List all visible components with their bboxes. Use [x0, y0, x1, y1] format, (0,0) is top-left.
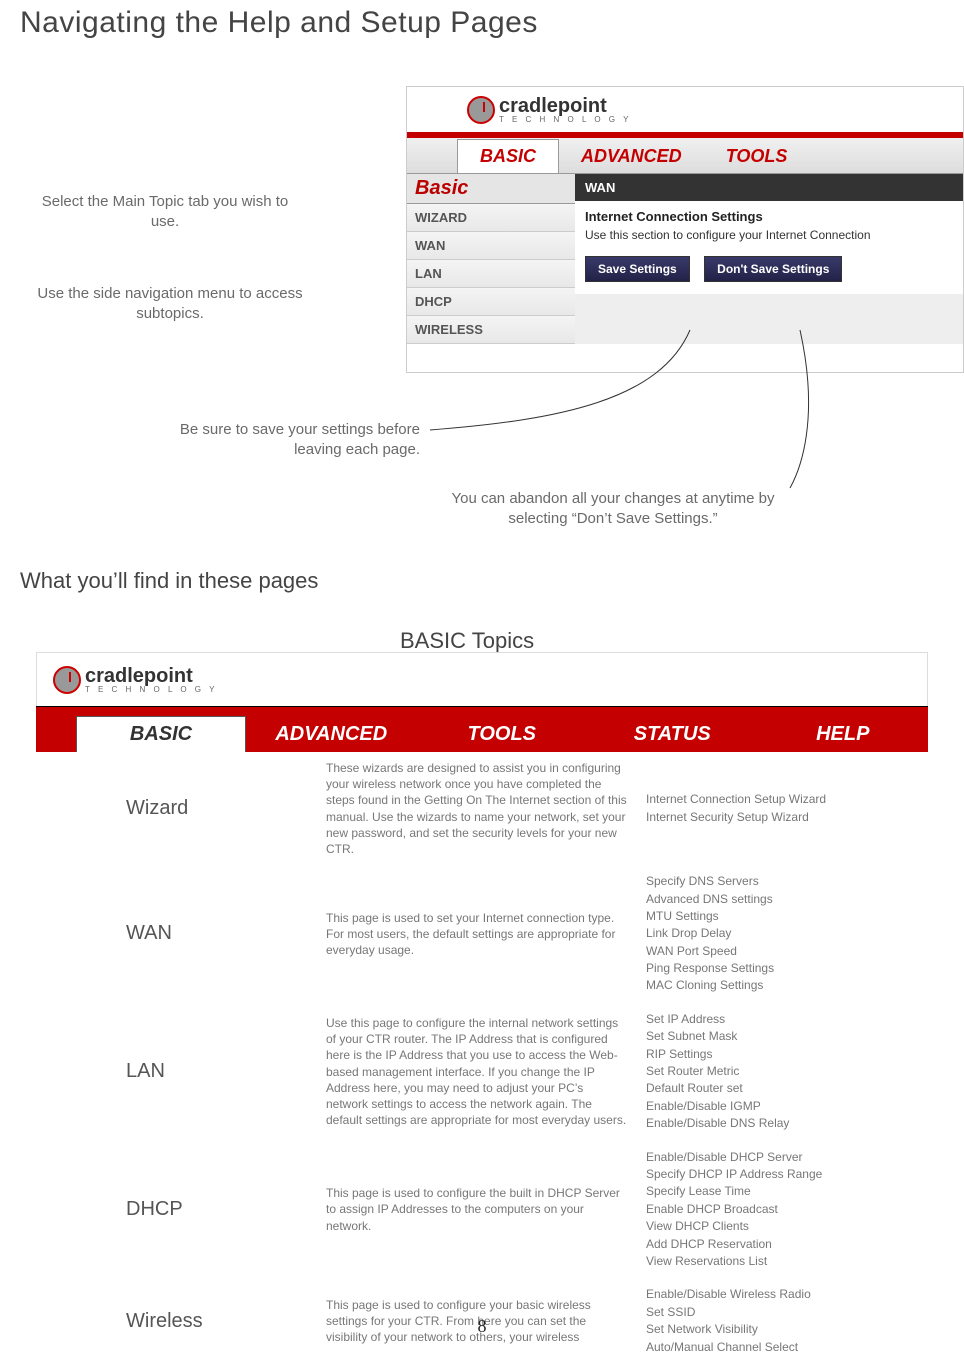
- topic-detail-item: Set IP Address: [646, 1011, 928, 1028]
- tab-basic[interactable]: BASIC: [457, 139, 559, 173]
- subheading: What you’ll find in these pages: [20, 568, 318, 594]
- basic-topics-title: BASIC Topics: [400, 628, 534, 654]
- cradlepoint-logo-icon: [53, 666, 81, 694]
- topic-detail-item: Auto/Manual Channel Select: [646, 1339, 928, 1356]
- sidebar-item-lan[interactable]: LAN: [407, 260, 575, 288]
- topic-detail-item: Specify DNS Servers: [646, 873, 928, 890]
- tab2-tools[interactable]: TOOLS: [417, 717, 588, 752]
- logo-row-2: cradlepoint T E C H N O L O G Y: [36, 652, 928, 706]
- main-tabs: BASIC ADVANCED TOOLS: [407, 138, 963, 174]
- sidebar-item-wireless[interactable]: WIRELESS: [407, 316, 575, 344]
- topic-details: Internet Connection Setup WizardInternet…: [646, 760, 928, 857]
- topic-detail-item: Specify DHCP IP Address Range: [646, 1166, 928, 1183]
- topic-row: DHCPThis page is used to configure the b…: [36, 1141, 928, 1279]
- page-number: 8: [0, 1316, 964, 1337]
- panel-heading-wan: WAN: [575, 174, 963, 201]
- tab-tools[interactable]: TOOLS: [704, 140, 810, 173]
- side-nav: Basic WIZARD WAN LAN DHCP WIRELESS: [407, 174, 575, 344]
- topics-table: WizardThese wizards are designed to assi…: [36, 752, 928, 1364]
- topic-name: Wizard: [36, 760, 326, 857]
- topic-detail-item: Default Router set: [646, 1080, 928, 1097]
- topic-detail-item: Enable/Disable Wireless Radio: [646, 1286, 928, 1303]
- cradlepoint-logo-icon: [467, 96, 495, 124]
- topic-description: This page is used to set your Internet c…: [326, 873, 646, 995]
- sidebar-item-dhcp[interactable]: DHCP: [407, 288, 575, 316]
- tab2-advanced[interactable]: ADVANCED: [246, 717, 417, 752]
- logo-text: cradlepoint: [85, 665, 193, 687]
- sidebar-item-wan[interactable]: WAN: [407, 232, 575, 260]
- topic-detail-item: Set Router Metric: [646, 1063, 928, 1080]
- tab2-help[interactable]: HELP: [758, 717, 929, 752]
- topic-detail-item: Add DHCP Reservation: [646, 1236, 928, 1253]
- topic-details: Enable/Disable DHCP ServerSpecify DHCP I…: [646, 1149, 928, 1271]
- logo-subtext: T E C H N O L O G Y: [85, 685, 217, 694]
- topic-detail-item: RIP Settings: [646, 1046, 928, 1063]
- topic-detail-item: Enable/Disable DHCP Server: [646, 1149, 928, 1166]
- callout-save: Be sure to save your settings before lea…: [150, 420, 420, 461]
- topic-details: Specify DNS ServersAdvanced DNS settings…: [646, 873, 928, 995]
- topic-details: Set IP AddressSet Subnet MaskRIP Setting…: [646, 1011, 928, 1133]
- side-nav-title: Basic: [407, 174, 575, 204]
- topic-description: Use this page to configure the internal …: [326, 1011, 646, 1133]
- topic-name: LAN: [36, 1011, 326, 1133]
- topic-detail-item: Enable/Disable IGMP: [646, 1098, 928, 1115]
- logo-row: cradlepoint T E C H N O L O G Y: [407, 87, 963, 132]
- topic-detail-item: Internet Security Setup Wizard: [646, 809, 928, 826]
- topic-detail-item: Ping Response Settings: [646, 960, 928, 977]
- topic-row: LANUse this page to configure the intern…: [36, 1003, 928, 1141]
- save-settings-button[interactable]: Save Settings: [585, 256, 690, 282]
- logo-subtext: T E C H N O L O G Y: [499, 115, 631, 124]
- logo-text: cradlepoint: [499, 95, 607, 117]
- topic-detail-item: Advanced DNS settings: [646, 891, 928, 908]
- topic-detail-item: Set Subnet Mask: [646, 1028, 928, 1045]
- sidebar-item-wizard[interactable]: WIZARD: [407, 204, 575, 232]
- tab2-status[interactable]: STATUS: [587, 717, 758, 752]
- topic-detail-item: View DHCP Clients: [646, 1218, 928, 1235]
- topic-detail-item: WAN Port Speed: [646, 943, 928, 960]
- topic-detail-item: Enable DHCP Broadcast: [646, 1201, 928, 1218]
- topic-row: WANThis page is used to set your Interne…: [36, 865, 928, 1003]
- topic-description: These wizards are designed to assist you…: [326, 760, 646, 857]
- main-panel: WAN Internet Connection Settings Use thi…: [575, 174, 963, 344]
- tab-advanced[interactable]: ADVANCED: [559, 140, 704, 173]
- topic-detail-item: MAC Cloning Settings: [646, 977, 928, 994]
- admin-screenshot: cradlepoint T E C H N O L O G Y BASIC AD…: [406, 86, 964, 373]
- callout-dont-save: You can abandon all your changes at anyt…: [438, 489, 788, 530]
- topic-detail-item: Link Drop Delay: [646, 925, 928, 942]
- topic-row: WizardThese wizards are designed to assi…: [36, 752, 928, 865]
- topic-description: This page is used to configure the built…: [326, 1149, 646, 1271]
- topic-detail-item: Enable/Disable DNS Relay: [646, 1115, 928, 1132]
- panel-subheading: Internet Connection Settings: [575, 201, 963, 228]
- topic-detail-item: Internet Connection Setup Wizard: [646, 791, 928, 808]
- callout-side-nav: Use the side navigation menu to access s…: [20, 284, 320, 325]
- tab-strip-full: BASIC ADVANCED TOOLS STATUS HELP: [36, 706, 928, 752]
- topic-name: WAN: [36, 873, 326, 995]
- callout-select-tab: Select the Main Topic tab you wish to us…: [30, 192, 300, 233]
- tab2-basic[interactable]: BASIC: [76, 716, 246, 752]
- panel-description: Use this section to configure your Inter…: [575, 228, 963, 252]
- topic-detail-item: MTU Settings: [646, 908, 928, 925]
- dont-save-settings-button[interactable]: Don't Save Settings: [704, 256, 842, 282]
- topic-name: DHCP: [36, 1149, 326, 1271]
- topic-detail-item: View Reservations List: [646, 1253, 928, 1270]
- topic-detail-item: Specify Lease Time: [646, 1183, 928, 1200]
- page-title: Navigating the Help and Setup Pages: [0, 0, 964, 40]
